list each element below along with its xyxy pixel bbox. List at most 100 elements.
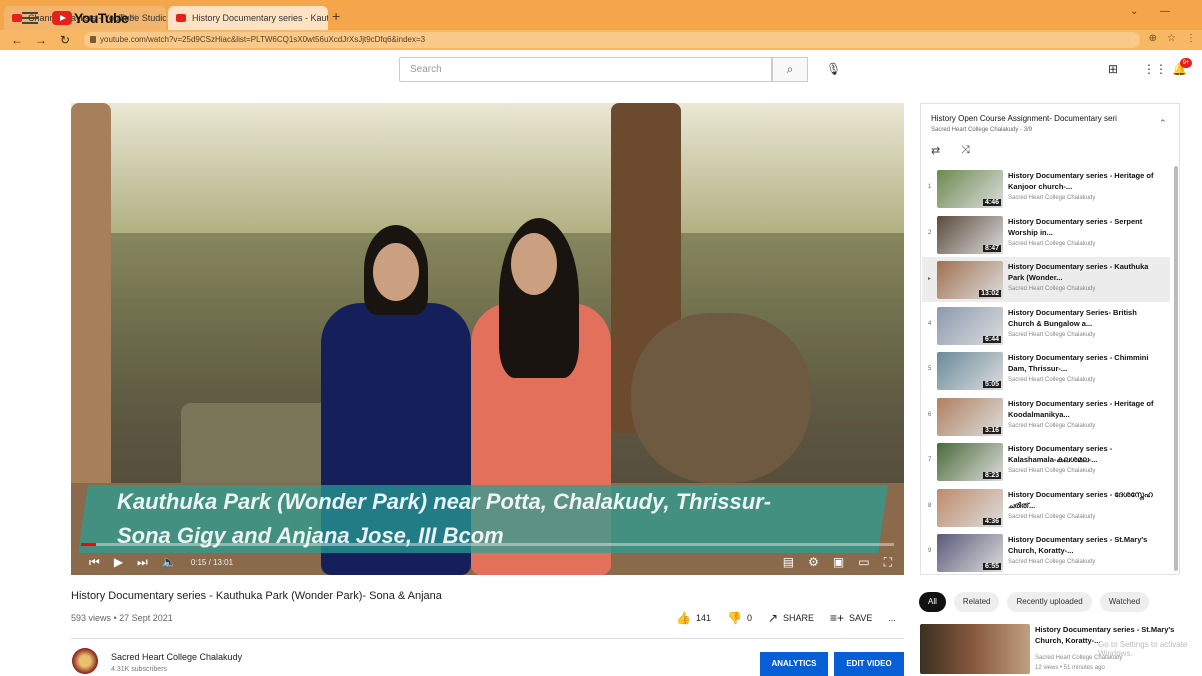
playlist-item[interactable]: 2 8:47 History Documentary series - Serpen… (922, 212, 1170, 257)
video-thumbnail[interactable]: 6:55 (937, 534, 1003, 572)
playlist-item-title: History Documentary series - Heritage of… (1008, 171, 1154, 191)
channel-name[interactable]: Sacred Heart College Chalakudy (111, 652, 242, 662)
tree-roots (631, 313, 811, 483)
back-icon[interactable]: ← (10, 33, 24, 47)
thumbs-down-icon: 👎 (726, 611, 742, 625)
search-input[interactable]: Search (399, 57, 772, 82)
recommended-views: 12 views • 51 minutes ago (1035, 665, 1105, 671)
playlist-item[interactable]: 1 4:46 History Documentary series - Herita… (922, 166, 1170, 211)
notification-badge: 9+ (1180, 58, 1192, 68)
youtube-logo[interactable]: YouTube IN (52, 10, 136, 26)
video-thumbnail[interactable]: 8:23 (937, 443, 1003, 481)
theater-mode-icon[interactable]: ▭ (858, 555, 869, 570)
save-button[interactable]: ≡+ SAVE (830, 611, 872, 625)
duration-badge: 4:46 (982, 199, 1001, 206)
search-icon: ⌕ (786, 62, 794, 76)
loop-icon[interactable]: ⇄ (931, 144, 940, 157)
miniplayer-icon[interactable]: ▣ (833, 555, 844, 570)
channel-avatar[interactable] (72, 648, 98, 674)
previous-icon[interactable]: ⏮ (89, 555, 100, 570)
duration-badge: 8:23 (982, 472, 1001, 479)
video-thumbnail[interactable]: 8:47 (937, 215, 1003, 254)
analytics-button[interactable]: ANALYTICS (760, 652, 828, 676)
playlist-item[interactable]: 6 3:16 History Documentary series - Herita… (922, 394, 1170, 439)
create-video-icon[interactable]: ⊞ (1108, 62, 1118, 76)
playlist-item-title: History Documentary Series- British Chur… (1008, 307, 1137, 328)
caption-line-1: Kauthuka Park (Wonder Park) near Potta, … (117, 489, 772, 514)
microphone-icon[interactable]: 🎙 (826, 62, 841, 76)
playlist-item[interactable]: 8 4:36 History Documentary series - ദേശസ്ന… (922, 485, 1170, 530)
lock-icon (90, 36, 96, 43)
video-frame-sky (71, 103, 904, 233)
browser-tab-bar: Channel playlists - YouTube Studio ✕ His… (0, 0, 1202, 30)
more-actions-button[interactable]: ... (888, 613, 896, 623)
playlist-item-title: History Documentary series - ദേശസ്നേഹ ചര… (1008, 489, 1153, 510)
play-icon[interactable]: ▶ (114, 555, 123, 569)
video-thumbnail[interactable]: 6:44 (937, 306, 1003, 345)
fullscreen-icon[interactable]: ⛶ (884, 555, 892, 570)
video-meta: 593 views • 27 Sept 2021 (71, 613, 173, 623)
browser-tab-active[interactable]: History Documentary series - Kauthuka Pa… (168, 6, 328, 30)
tab-title: History Documentary series - Kauthuka Pa… (192, 13, 328, 23)
share-button[interactable]: ↗ SHARE (768, 611, 814, 625)
chip-recently-uploaded[interactable]: Recently uploaded (1007, 592, 1092, 612)
playlist-item-title: History Documentary series - Heritage of… (1008, 398, 1154, 419)
playlist-panel: History Open Course Assignment- Document… (920, 103, 1180, 575)
subtitles-icon[interactable]: ▤ (783, 555, 794, 570)
logo-region: IN (130, 15, 137, 21)
reload-icon[interactable]: ↻ (58, 33, 72, 47)
progress-fill (81, 543, 97, 546)
video-thumbnail[interactable]: 3:16 (937, 397, 1003, 436)
like-button[interactable]: 👍 141 (676, 611, 711, 625)
playlist-title[interactable]: History Open Course Assignment- Document… (931, 114, 1156, 123)
playlist-index: 5 (928, 366, 932, 372)
progress-bar[interactable] (81, 543, 894, 546)
playlist-item[interactable]: 7 8:23 History Documentary series - Kalash… (922, 439, 1170, 484)
tab-search-icon[interactable]: ⌄ (1130, 6, 1138, 17)
video-thumbnail[interactable] (920, 624, 1030, 674)
playlist-index: 8 (928, 502, 932, 509)
menu-icon[interactable] (22, 12, 38, 24)
duration-badge: 5:05 (982, 381, 1001, 388)
next-icon[interactable]: ⏭ (137, 555, 148, 570)
video-player[interactable]: Kauthuka Park (Wonder Park) near Potta, … (71, 103, 904, 575)
playlist-item[interactable]: ▸ 13:02 History Documentary series - Kauth… (922, 257, 1170, 302)
playlist-scrollbar[interactable] (1174, 166, 1178, 571)
apps-grid-icon[interactable]: ⋮⋮ (1143, 62, 1167, 76)
playlist-item-channel: Sacred Heart College Chalakudy (1008, 240, 1096, 247)
bookmark-star-icon[interactable]: ☆ (1167, 33, 1176, 44)
search-button[interactable]: ⌕ (772, 57, 808, 82)
dislike-count: 0 (746, 613, 752, 623)
new-tab-button[interactable]: + (332, 8, 340, 24)
video-thumbnail[interactable]: 4:46 (937, 170, 1003, 208)
save-playlist-icon: ≡+ (830, 611, 845, 625)
collapse-chevron-icon[interactable]: ⌃ (1159, 118, 1167, 129)
duration-badge: 6:55 (982, 563, 1001, 570)
minimize-icon[interactable]: — (1160, 6, 1170, 17)
url-field[interactable]: youtube.com/watch?v=25d9CSzHiac&list=PLT… (84, 32, 1140, 48)
playlist-subtitle: Sacred Heart College Chalakudy - 3/9 (931, 127, 1033, 133)
playlist-item[interactable]: 4 6:44 History Documentary Series- British… (922, 303, 1170, 348)
chip-related[interactable]: Related (953, 592, 1000, 612)
playlist-item[interactable]: 5 5:05 History Documentary series - Chimmi… (922, 348, 1170, 393)
video-thumbnail[interactable]: 13:02 (937, 261, 1003, 299)
duration-badge: 3:16 (982, 426, 1001, 434)
playlist-index: 9 (928, 548, 932, 554)
chip-watched[interactable]: Watched (1099, 592, 1150, 612)
video-thumbnail[interactable]: 5:05 (937, 352, 1003, 390)
shuffle-icon[interactable]: ⤨ (961, 144, 970, 157)
time-display: 0:15 / 13:01 (190, 557, 234, 567)
settings-gear-icon[interactable]: ⚙ (808, 555, 819, 570)
duration-badge: 4:36 (982, 517, 1001, 525)
playlist-item-channel: Sacred Heart College Chalakudy (1008, 559, 1096, 565)
edit-video-button[interactable]: EDIT VIDEO (834, 652, 904, 676)
zoom-icon[interactable]: ⊕ (1149, 33, 1157, 44)
forward-icon[interactable]: → (34, 33, 48, 47)
chip-all[interactable]: All (919, 592, 946, 612)
share-icon: ↗ (767, 611, 779, 625)
dislike-button[interactable]: 👎 0 (727, 611, 752, 625)
playlist-item[interactable]: 9 6:55 History Documentary series - St.Mar… (922, 530, 1170, 575)
video-thumbnail[interactable]: 4:36 (937, 488, 1003, 527)
volume-icon[interactable]: 🔈 (162, 555, 177, 569)
extensions-icon[interactable]: ⋮ (1186, 33, 1196, 44)
